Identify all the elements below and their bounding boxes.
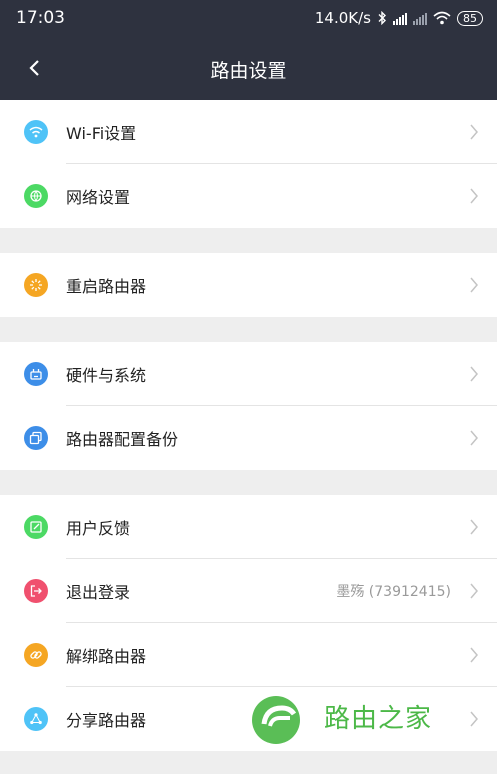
row-restart-router[interactable]: 重启路由器 <box>0 253 497 317</box>
battery-indicator: 85 <box>457 10 483 26</box>
signal-icon <box>393 12 407 25</box>
row-label: 网络设置 <box>66 188 131 207</box>
chevron-right-icon <box>470 188 478 204</box>
row-label: 硬件与系统 <box>66 366 147 385</box>
signal-secondary-icon <box>413 12 427 25</box>
settings-group-system: 硬件与系统 路由器配置备份 <box>0 342 497 470</box>
logout-icon <box>24 579 48 603</box>
backup-copy-icon <box>24 426 48 450</box>
watermark-text: 路由之家 <box>324 704 433 734</box>
account-name-value: 墨殇 (73912415) <box>336 584 451 600</box>
chevron-right-icon <box>470 366 478 382</box>
status-time: 17:03 <box>16 8 65 28</box>
unlink-icon <box>24 643 48 667</box>
settings-group-network: Wi-Fi设置 网络设置 <box>0 100 497 228</box>
row-wifi-settings[interactable]: Wi-Fi设置 <box>0 100 497 164</box>
chevron-right-icon <box>470 430 478 446</box>
status-indicators: 14.0K/s 85 <box>315 9 483 27</box>
chevron-right-icon <box>470 711 478 727</box>
row-config-backup[interactable]: 路由器配置备份 <box>0 406 497 470</box>
row-label: 解绑路由器 <box>66 647 147 666</box>
row-network-settings[interactable]: 网络设置 <box>0 164 497 228</box>
row-label: 退出登录 <box>66 583 131 602</box>
row-hardware-system[interactable]: 硬件与系统 <box>0 342 497 406</box>
row-label: Wi-Fi设置 <box>66 124 137 143</box>
restart-icon <box>24 273 48 297</box>
row-label: 重启路由器 <box>66 277 147 296</box>
watermark: 路由之家 <box>250 694 450 746</box>
row-label: 分享路由器 <box>66 711 147 730</box>
settings-group-restart: 重启路由器 <box>0 253 497 317</box>
row-logout[interactable]: 退出登录 墨殇 (73912415) <box>0 559 497 623</box>
chevron-right-icon <box>470 583 478 599</box>
chevron-right-icon <box>470 124 478 140</box>
watermark-logo-icon <box>252 696 300 744</box>
bluetooth-icon <box>378 11 386 25</box>
nav-bar: 路由设置 <box>0 36 497 100</box>
row-unbind-router[interactable]: 解绑路由器 <box>0 623 497 687</box>
globe-icon <box>24 184 48 208</box>
status-bar: 17:03 14.0K/s 85 <box>0 0 497 36</box>
chevron-right-icon <box>470 519 478 535</box>
feedback-edit-icon <box>24 515 48 539</box>
share-icon <box>24 707 48 731</box>
page-title: 路由设置 <box>210 60 287 82</box>
wifi-icon <box>24 120 48 144</box>
row-label: 路由器配置备份 <box>66 430 179 449</box>
network-speed: 14.0K/s <box>314 9 371 27</box>
router-hardware-icon <box>24 362 48 386</box>
chevron-right-icon <box>470 277 478 293</box>
chevron-right-icon <box>470 647 478 663</box>
row-label: 用户反馈 <box>66 519 131 538</box>
wifi-status-icon <box>433 11 451 25</box>
row-user-feedback[interactable]: 用户反馈 <box>0 495 497 559</box>
